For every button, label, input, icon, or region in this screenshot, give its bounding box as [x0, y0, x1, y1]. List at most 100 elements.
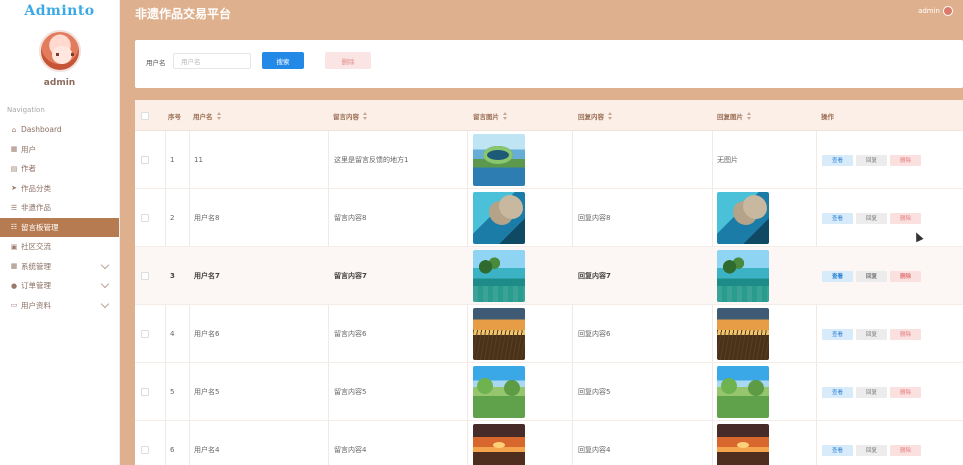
row-username: 11: [194, 156, 203, 164]
row-message-image-cell: [473, 305, 525, 363]
reply-image[interactable]: [717, 424, 769, 465]
sort-icon[interactable]: [216, 111, 221, 120]
row-action-group: 查看 回复 删除: [822, 444, 921, 456]
message-image[interactable]: [473, 134, 525, 186]
row-message-image-cell: [473, 131, 525, 189]
message-image[interactable]: [473, 366, 525, 418]
select-all-checkbox[interactable]: [141, 111, 149, 120]
header-label: 留言内容: [333, 112, 359, 121]
sidebar-item-profile[interactable]: ▭ 用户资料: [0, 296, 119, 316]
table-row[interactable]: 4 用户名6 留言内容6 回复内容6 查看 回复 删除: [135, 305, 963, 363]
row-actions: 查看 回复 删除: [822, 421, 921, 465]
sidebar-item-authors[interactable]: ▤ 作者: [0, 159, 119, 179]
header-message-image[interactable]: 留言图片: [473, 100, 507, 131]
page-title: 非遗作品交易平台: [135, 7, 232, 21]
reply-button[interactable]: 回复: [856, 270, 887, 282]
delete-row-button[interactable]: 删除: [890, 270, 921, 282]
row-reply: 回复内容5: [578, 388, 611, 396]
row-reply: 回复内容6: [578, 330, 611, 338]
view-button[interactable]: 查看: [822, 328, 853, 340]
reply-button[interactable]: 回复: [856, 444, 887, 456]
reply-image[interactable]: [717, 366, 769, 418]
reply-image[interactable]: [717, 308, 769, 360]
home-icon: ⌂: [11, 125, 17, 134]
view-button[interactable]: 查看: [822, 386, 853, 398]
sidebar-item-users[interactable]: ▦ 用户: [0, 140, 119, 160]
header-label: 回复内容: [578, 112, 604, 121]
row-checkbox[interactable]: [141, 388, 149, 396]
view-button[interactable]: 查看: [822, 154, 853, 166]
message-image[interactable]: [473, 192, 525, 244]
reply-button[interactable]: 回复: [856, 212, 887, 224]
message-image[interactable]: [473, 424, 525, 465]
row-reply: 回复内容7: [578, 272, 611, 280]
sort-icon[interactable]: [363, 111, 367, 120]
header-reply-image[interactable]: 回复图片: [717, 100, 751, 131]
grid-icon: ▦: [10, 145, 18, 154]
header-message[interactable]: 留言内容: [333, 100, 367, 131]
row-checkbox[interactable]: [141, 446, 149, 454]
row-action-group: 查看 回复 删除: [822, 154, 921, 166]
header-reply[interactable]: 回复内容: [578, 100, 612, 131]
delete-button[interactable]: 删除: [325, 52, 371, 69]
row-checkbox[interactable]: [141, 330, 149, 338]
row-checkbox[interactable]: [141, 272, 149, 280]
sidebar-item-system[interactable]: ▦ 系统管理: [0, 257, 119, 277]
delete-row-button[interactable]: 删除: [890, 328, 921, 340]
row-checkbox[interactable]: [141, 214, 149, 222]
sort-icon[interactable]: [747, 111, 751, 120]
brand-logo[interactable]: Adminto: [0, 0, 119, 22]
row-message-image-cell: [473, 189, 525, 247]
reply-button[interactable]: 回复: [856, 328, 887, 340]
sidebar-item-heritage-works[interactable]: ☰ 非遗作品: [0, 198, 119, 218]
table-row[interactable]: 2 用户名8 留言内容8 回复内容8 查看 回复 删除: [135, 189, 963, 247]
reply-image[interactable]: [717, 250, 769, 302]
message-image[interactable]: [473, 308, 525, 360]
sidebar-item-label: 作者: [21, 164, 36, 174]
chevron-down-icon: [100, 260, 110, 269]
table-row[interactable]: 1 11 这里是留言反馈的地方1 无图片 查看 回复 删除: [135, 131, 963, 189]
delete-row-button[interactable]: 删除: [890, 386, 921, 398]
sidebar-item-community[interactable]: ▣ 社区交流: [0, 237, 119, 257]
reply-button[interactable]: 回复: [856, 154, 887, 166]
delete-row-button[interactable]: 删除: [890, 444, 921, 456]
row-index: 6: [170, 446, 175, 454]
row-reply-image-cell: [717, 247, 769, 305]
table-row[interactable]: 5 用户名5 留言内容5 回复内容5 查看 回复 删除: [135, 363, 963, 421]
user-menu[interactable]: admin: [918, 6, 953, 16]
nav-title: Navigation: [7, 106, 45, 114]
delete-row-button[interactable]: 删除: [890, 154, 921, 166]
header-label: 留言图片: [473, 112, 499, 121]
row-select-cell: [141, 189, 149, 247]
reply-button[interactable]: 回复: [856, 386, 887, 398]
sidebar-item-label: 订单管理: [21, 281, 51, 291]
row-checkbox[interactable]: [141, 156, 149, 164]
view-button[interactable]: 查看: [822, 212, 853, 224]
search-button[interactable]: 搜索: [262, 52, 304, 69]
row-index: 5: [170, 388, 175, 396]
row-username: 用户名4: [194, 446, 220, 454]
view-button[interactable]: 查看: [822, 444, 853, 456]
row-reply-image-cell: [717, 363, 769, 421]
sidebar-item-label: 用户资料: [21, 300, 51, 310]
search-input[interactable]: 用户名: [173, 53, 251, 69]
row-message: 留言内容5: [334, 388, 367, 396]
table-row[interactable]: 6 用户名4 留言内容4 回复内容4 查看 回复 删除: [135, 421, 963, 465]
sidebar-item-label: 非遗作品: [21, 203, 51, 213]
table-row[interactable]: 3 用户名7 留言内容7 回复内容7 查看 回复 删除: [135, 247, 963, 305]
sort-icon[interactable]: [503, 111, 507, 120]
row-select-cell: [141, 131, 149, 189]
message-image[interactable]: [473, 250, 525, 302]
row-action-group: 查看 回复 删除: [822, 328, 921, 340]
sidebar-item-categories[interactable]: ➤ 作品分类: [0, 179, 119, 199]
sidebar-item-dashboard[interactable]: ⌂ Dashboard: [0, 120, 119, 140]
sidebar-item-orders[interactable]: ● 订单管理: [0, 276, 119, 296]
reply-image[interactable]: [717, 192, 769, 244]
header-username[interactable]: 用户名: [193, 100, 221, 131]
sidebar-item-message-board[interactable]: ☷ 留言板管理: [0, 217, 119, 237]
sort-icon[interactable]: [608, 111, 612, 120]
delete-row-button[interactable]: 删除: [890, 212, 921, 224]
clipboard-icon: ▤: [10, 164, 18, 173]
view-button[interactable]: 查看: [822, 270, 853, 282]
avatar[interactable]: [38, 30, 81, 72]
